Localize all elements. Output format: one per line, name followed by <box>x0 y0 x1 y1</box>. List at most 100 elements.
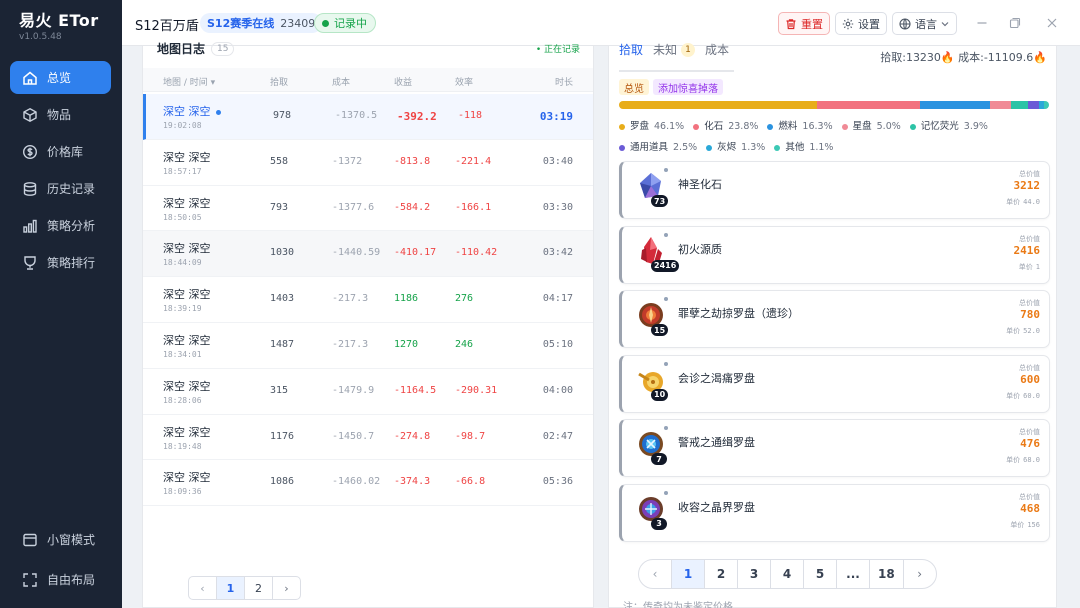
page-button[interactable]: 3 <box>737 559 771 589</box>
restore-icon <box>1009 17 1021 29</box>
prev-page-button[interactable]: ‹ <box>188 576 217 600</box>
legend-dot-icon <box>767 123 774 130</box>
page-ellipsis[interactable]: ... <box>836 559 870 589</box>
table-row[interactable]: 深空 深空 18:34:01 1487 -217.3 1270 246 05:10 <box>143 323 593 369</box>
total-value: 780 <box>1020 308 1040 322</box>
item-list: 73 神圣化石 总价值 3212 单价 44.0 2416 初火源质 总价值 24… <box>619 161 1050 549</box>
page-button[interactable]: 2 <box>244 576 273 600</box>
reset-button[interactable]: 重置 <box>778 12 830 35</box>
sidebar-nav: 总览 物品 价格库 历史记录 策略分析 策略排行 <box>10 61 111 283</box>
minimize-button[interactable] <box>973 14 991 32</box>
row-duration: 04:00 <box>542 384 573 396</box>
table-row[interactable]: 深空 深空 18:39:19 1403 -217.3 1186 276 04:17 <box>143 277 593 323</box>
row-cost: -1377.6 <box>332 201 375 213</box>
row-time: 18:19:48 <box>163 441 202 451</box>
item-card[interactable]: 10 会诊之渴痛罗盘 总价值 600 单价 60.0 <box>619 354 1050 413</box>
breakdown-segment <box>1011 101 1028 109</box>
unit-price-row: 单价 68.0 <box>1006 455 1040 465</box>
record-status-badge: 记录中 <box>314 13 376 33</box>
settings-button[interactable]: 设置 <box>835 12 887 35</box>
app-version: v1.0.5.48 <box>19 32 62 42</box>
row-map: 深空 深空 18:39:19 <box>163 286 211 313</box>
table-row[interactable]: 深空 深空 18:09:36 1086 -1460.02 -374.3 -66.8… <box>143 460 593 507</box>
page-button[interactable]: 1 <box>216 576 245 600</box>
maximize-button[interactable] <box>1006 14 1024 32</box>
sidebar-item-prices[interactable]: 价格库 <box>10 135 111 168</box>
sidebar-item-items[interactable]: 物品 <box>10 98 111 131</box>
table-row[interactable]: 深空 深空 18:50:05 793 -1377.6 -584.2 -166.1 … <box>143 186 593 232</box>
page-button[interactable]: 4 <box>770 559 804 589</box>
sidebar-bottom: 小窗模式 自由布局 <box>10 523 111 603</box>
page-button[interactable]: 18 <box>869 559 904 589</box>
row-efficiency: -118 <box>458 110 483 121</box>
legend-dot-icon <box>619 144 625 151</box>
row-map: 深空 深空 18:19:48 <box>163 424 211 451</box>
legend-dot-icon <box>841 123 848 130</box>
row-duration: 02:47 <box>542 430 573 442</box>
overview-chip[interactable]: 总览 <box>619 79 649 95</box>
tab-cost[interactable]: 成本 <box>705 41 729 58</box>
tab-pickup[interactable]: 拾取 <box>619 41 643 58</box>
row-duration: 03:30 <box>542 201 573 213</box>
close-button[interactable] <box>1043 14 1061 32</box>
item-card[interactable]: 3 收容之晶界罗盘 总价值 468 单价 156 <box>619 483 1050 542</box>
row-efficiency: -110.42 <box>455 247 498 259</box>
unit-price-row: 单价 44.0 <box>1006 197 1040 207</box>
row-time: 19:02:08 <box>163 121 202 130</box>
table-row[interactable]: 深空 深空 18:57:17 558 -1372 -813.8 -221.4 03… <box>143 140 593 186</box>
legend-item: 罗盘 46.1% <box>619 116 684 137</box>
total-value: 476 <box>1020 437 1040 451</box>
legend-label: 化石 <box>704 121 724 132</box>
row-pickup: 1403 <box>270 293 295 305</box>
row-efficiency: -98.7 <box>455 430 486 442</box>
sidebar-item-history[interactable]: 历史记录 <box>10 172 111 205</box>
language-label: 语言 <box>915 17 937 31</box>
brand: 易火 ETor v1.0.5.48 <box>19 7 99 42</box>
item-quantity: 7 <box>651 453 667 466</box>
sidebar-item-mini-mode[interactable]: 小窗模式 <box>10 523 111 556</box>
table-row[interactable]: 深空 深空 18:28:06 315 -1479.9 -1164.5 -290.3… <box>143 369 593 415</box>
row-time: 18:28:06 <box>163 395 202 405</box>
table-row[interactable]: 深空 深空 19:02:08 978 -1370.5 -392.2 -118 03… <box>143 94 593 140</box>
next-page-button[interactable]: › <box>902 559 937 589</box>
unit-price-row: 单价 156 <box>1010 520 1040 530</box>
sidebar-item-strategy-ranking[interactable]: 策略排行 <box>10 246 111 279</box>
sidebar-item-strategy-analysis[interactable]: 策略分析 <box>10 209 111 242</box>
page-button[interactable]: 1 <box>671 559 705 589</box>
row-cost: -1370.5 <box>335 110 378 121</box>
item-card[interactable]: 7 警戒之通缉罗盘 总价值 476 单价 68.0 <box>619 419 1050 478</box>
legend-label: 灰烬 <box>717 142 737 153</box>
unit-price: 68.0 <box>1023 456 1040 465</box>
item-card[interactable]: 2416 初火源质 总价值 2416 单价 1 <box>619 225 1050 284</box>
map-name: 深空 深空 <box>163 196 211 210</box>
row-profit: -374.3 <box>394 476 431 488</box>
row-map: 深空 深空 18:28:06 <box>163 378 211 405</box>
sidebar-item-free-layout[interactable]: 自由布局 <box>10 563 111 596</box>
page-button[interactable]: 2 <box>704 559 738 589</box>
item-card[interactable]: 15 罪孽之劫掠罗盘（遗珍） 总价值 780 单价 52.0 <box>619 290 1050 349</box>
dollar-icon <box>22 144 38 160</box>
sidebar-item-overview[interactable]: 总览 <box>10 61 111 94</box>
total-value-label: 总价值 <box>1019 234 1040 243</box>
tab-underline <box>619 70 734 72</box>
unknown-count-badge: 1 <box>681 42 696 57</box>
row-pickup: 1176 <box>270 430 295 442</box>
prev-page-button[interactable]: ‹ <box>638 559 672 589</box>
language-select[interactable]: 语言 <box>892 12 957 35</box>
row-time: 18:39:19 <box>163 304 202 314</box>
close-icon <box>1047 18 1057 28</box>
online-count: 23409 <box>280 16 316 30</box>
table-row[interactable]: 深空 深空 18:44:09 1030 -1440.59 -410.17 -110… <box>143 231 593 278</box>
add-surprise-drop-button[interactable]: 添加惊喜掉落 <box>653 79 723 95</box>
col-map-time[interactable]: 地图 / 时间 ▾ <box>163 75 215 88</box>
page-button[interactable]: 5 <box>803 559 837 589</box>
legend-dot-icon <box>619 123 625 130</box>
tab-unknown[interactable]: 未知 1 <box>653 41 696 58</box>
table-row[interactable]: 深空 深空 18:19:48 1176 -1450.7 -274.8 -98.7 … <box>143 415 593 461</box>
pickup-detail-panel: 拾取 未知 1 成本 拾取:13230🔥 成本:-11109.6🔥 总览 添加惊喜… <box>608 42 1057 608</box>
row-map: 深空 深空 18:09:36 <box>163 469 211 496</box>
unit-price-label: 单价 <box>1006 456 1021 465</box>
next-page-button[interactable]: › <box>272 576 301 600</box>
item-card[interactable]: 73 神圣化石 总价值 3212 单价 44.0 <box>619 161 1050 219</box>
row-pickup: 315 <box>270 384 289 396</box>
